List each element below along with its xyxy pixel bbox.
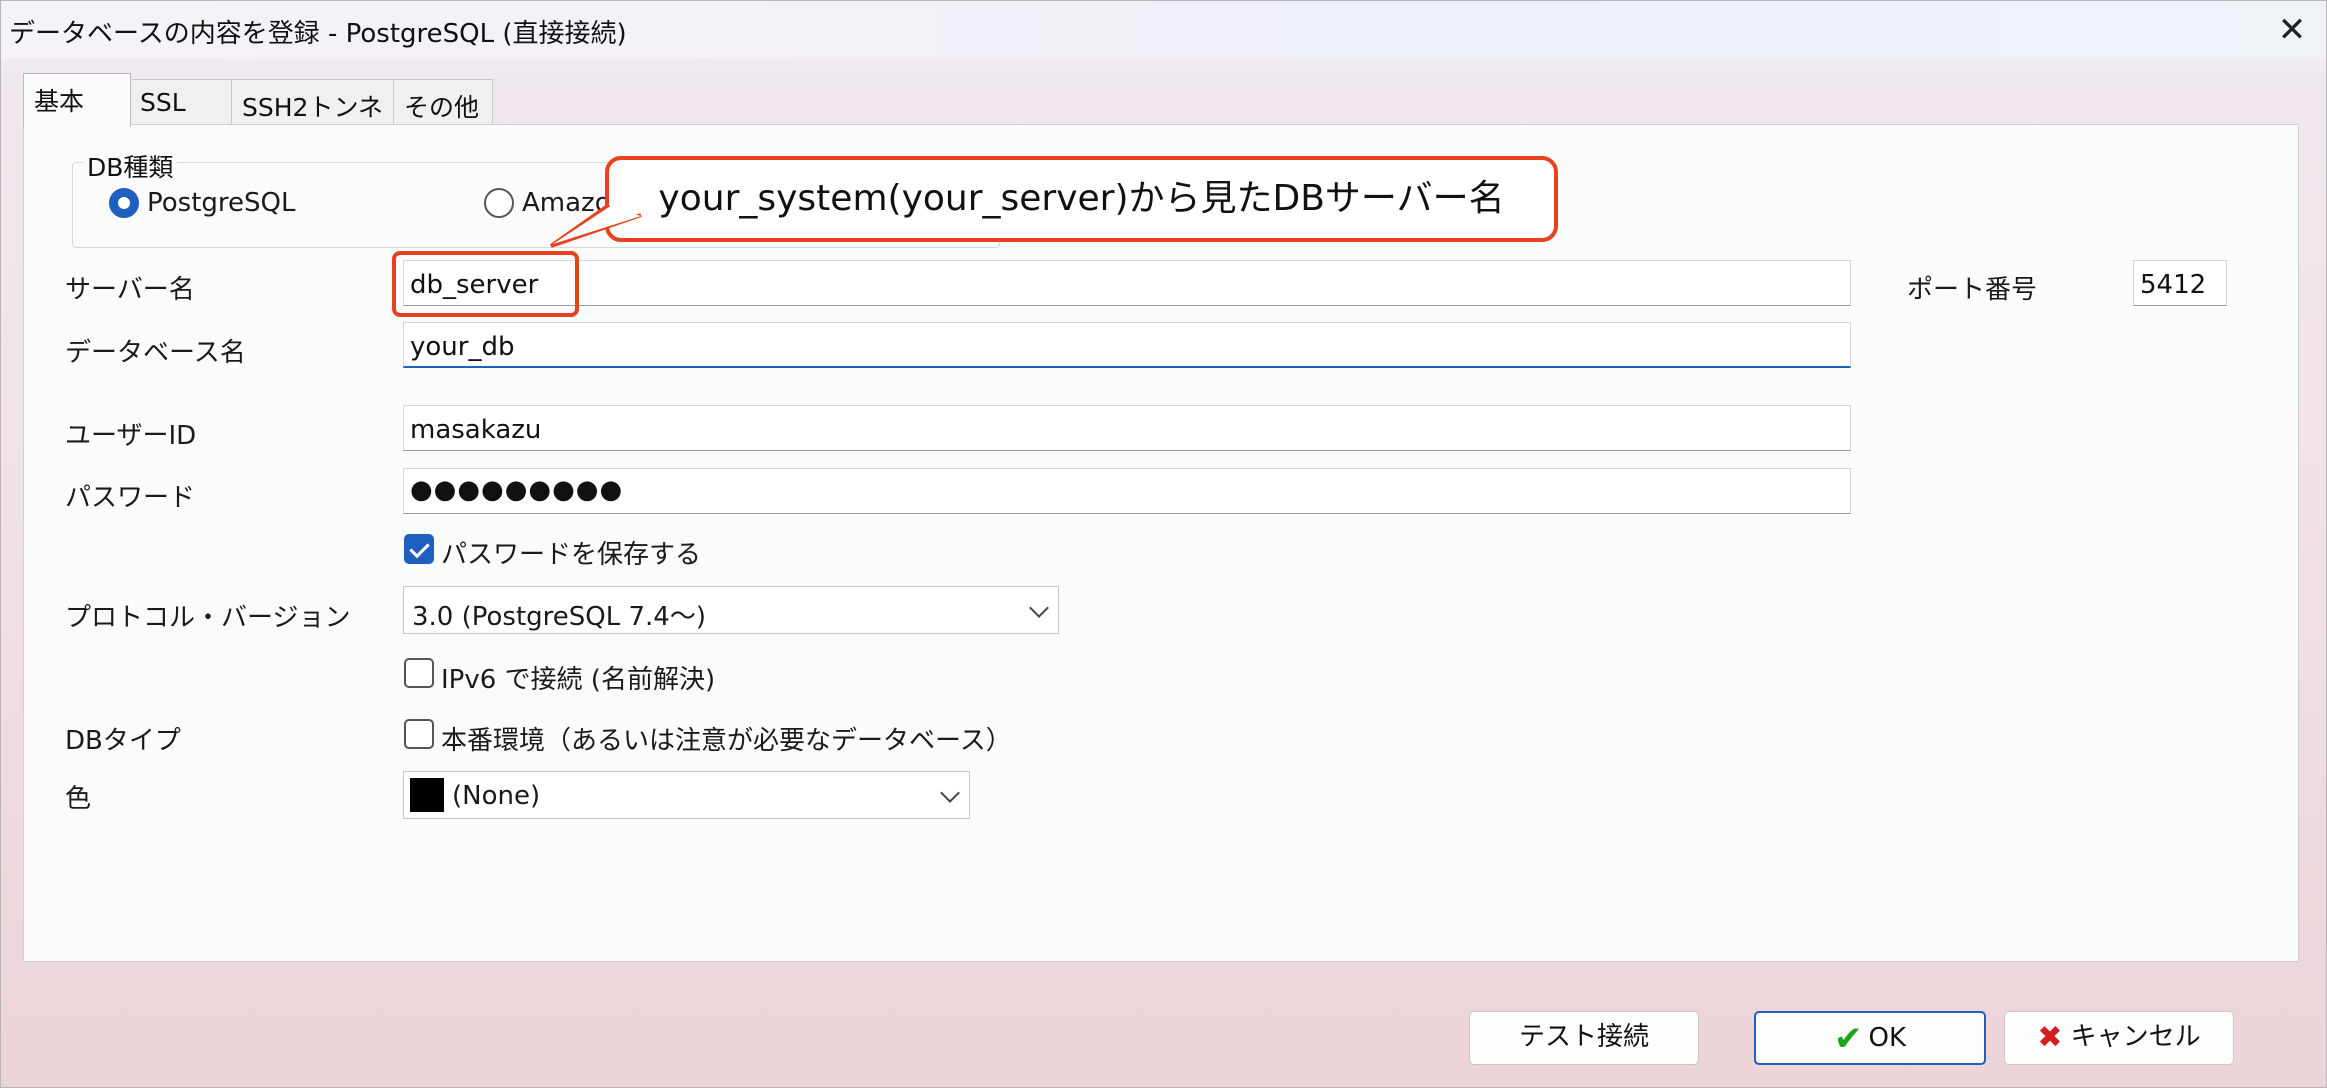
callout-tail	[549, 203, 659, 248]
checkmark-icon: ✔	[1833, 1018, 1863, 1059]
tab-other-label: その他	[404, 93, 480, 122]
radio-postgresql[interactable]	[109, 188, 139, 218]
db-type-legend: DB種類	[83, 148, 178, 184]
password-label: パスワード	[65, 483, 196, 513]
server-name-input[interactable]: db_server	[403, 260, 1851, 306]
tab-ssh2-tunnel[interactable]: SSH2トンネル	[231, 79, 395, 158]
cross-icon: ✖	[2037, 1019, 2063, 1055]
cancel-label: キャンセル	[2070, 1022, 2201, 1052]
production-env-label: 本番環境（あるいは注意が必要なデータベース）	[441, 726, 1012, 756]
port-label: ポート番号	[1907, 275, 2038, 305]
tab-ssl-label: SSL	[140, 88, 186, 117]
callout-text: your_system(your_server)から見たDBサーバー名	[658, 178, 1505, 219]
tab-basic-label: 基本	[34, 87, 85, 116]
test-connection-button[interactable]: テスト接続	[1469, 1011, 1699, 1065]
cancel-button[interactable]: ✖ キャンセル	[2004, 1011, 2234, 1065]
tab-panel-basic	[23, 124, 2299, 962]
user-id-input[interactable]: masakazu	[403, 405, 1851, 451]
close-icon[interactable]: ✕	[2262, 5, 2322, 55]
radio-postgresql-label: PostgreSQL	[147, 188, 296, 218]
window-title: データベースの内容を登録 - PostgreSQL (直接接続)	[9, 19, 627, 49]
ipv6-checkbox[interactable]	[404, 658, 434, 688]
server-name-highlight	[392, 251, 579, 317]
protocol-version-select[interactable]: 3.0 (PostgreSQL 7.4〜)	[403, 586, 1059, 634]
user-id-label: ユーザーID	[65, 421, 197, 451]
tab-ssl[interactable]: SSL	[129, 79, 233, 125]
color-select[interactable]: (None)	[403, 771, 970, 819]
database-name-label: データベース名	[65, 338, 246, 368]
db-type-label: DBタイプ	[65, 726, 181, 756]
chevron-down-icon	[940, 783, 960, 803]
save-password-label: パスワードを保存する	[441, 540, 702, 570]
test-connection-label: テスト接続	[1518, 1022, 1649, 1052]
password-input[interactable]: ●●●●●●●●●	[403, 468, 1851, 514]
database-name-input[interactable]: your_db	[403, 322, 1851, 368]
dialog-window: データベースの内容を登録 - PostgreSQL (直接接続) ✕ 基本 SS…	[0, 0, 2327, 1088]
radio-amazon[interactable]	[484, 188, 514, 218]
color-value: (None)	[452, 781, 541, 811]
annotation-callout: your_system(your_server)から見たDBサーバー名	[605, 156, 1558, 242]
color-swatch	[410, 777, 444, 812]
protocol-version-label: プロトコル・バージョン	[65, 603, 351, 633]
server-name-label: サーバー名	[65, 275, 195, 305]
tab-basic[interactable]: 基本	[23, 73, 131, 127]
title-bar: データベースの内容を登録 - PostgreSQL (直接接続) ✕	[1, 1, 2326, 59]
tab-other[interactable]: その他	[393, 79, 493, 125]
production-env-checkbox[interactable]	[404, 719, 434, 749]
ok-button[interactable]: ✔ OK	[1754, 1011, 1986, 1065]
ok-label: OK	[1868, 1023, 1906, 1053]
color-label: 色	[65, 784, 92, 814]
port-input[interactable]: 5412	[2133, 260, 2227, 306]
save-password-checkbox[interactable]	[404, 534, 434, 564]
ipv6-label: IPv6 で接続 (名前解決)	[441, 665, 716, 695]
chevron-down-icon	[1029, 598, 1049, 618]
protocol-version-value: 3.0 (PostgreSQL 7.4〜)	[412, 602, 706, 632]
